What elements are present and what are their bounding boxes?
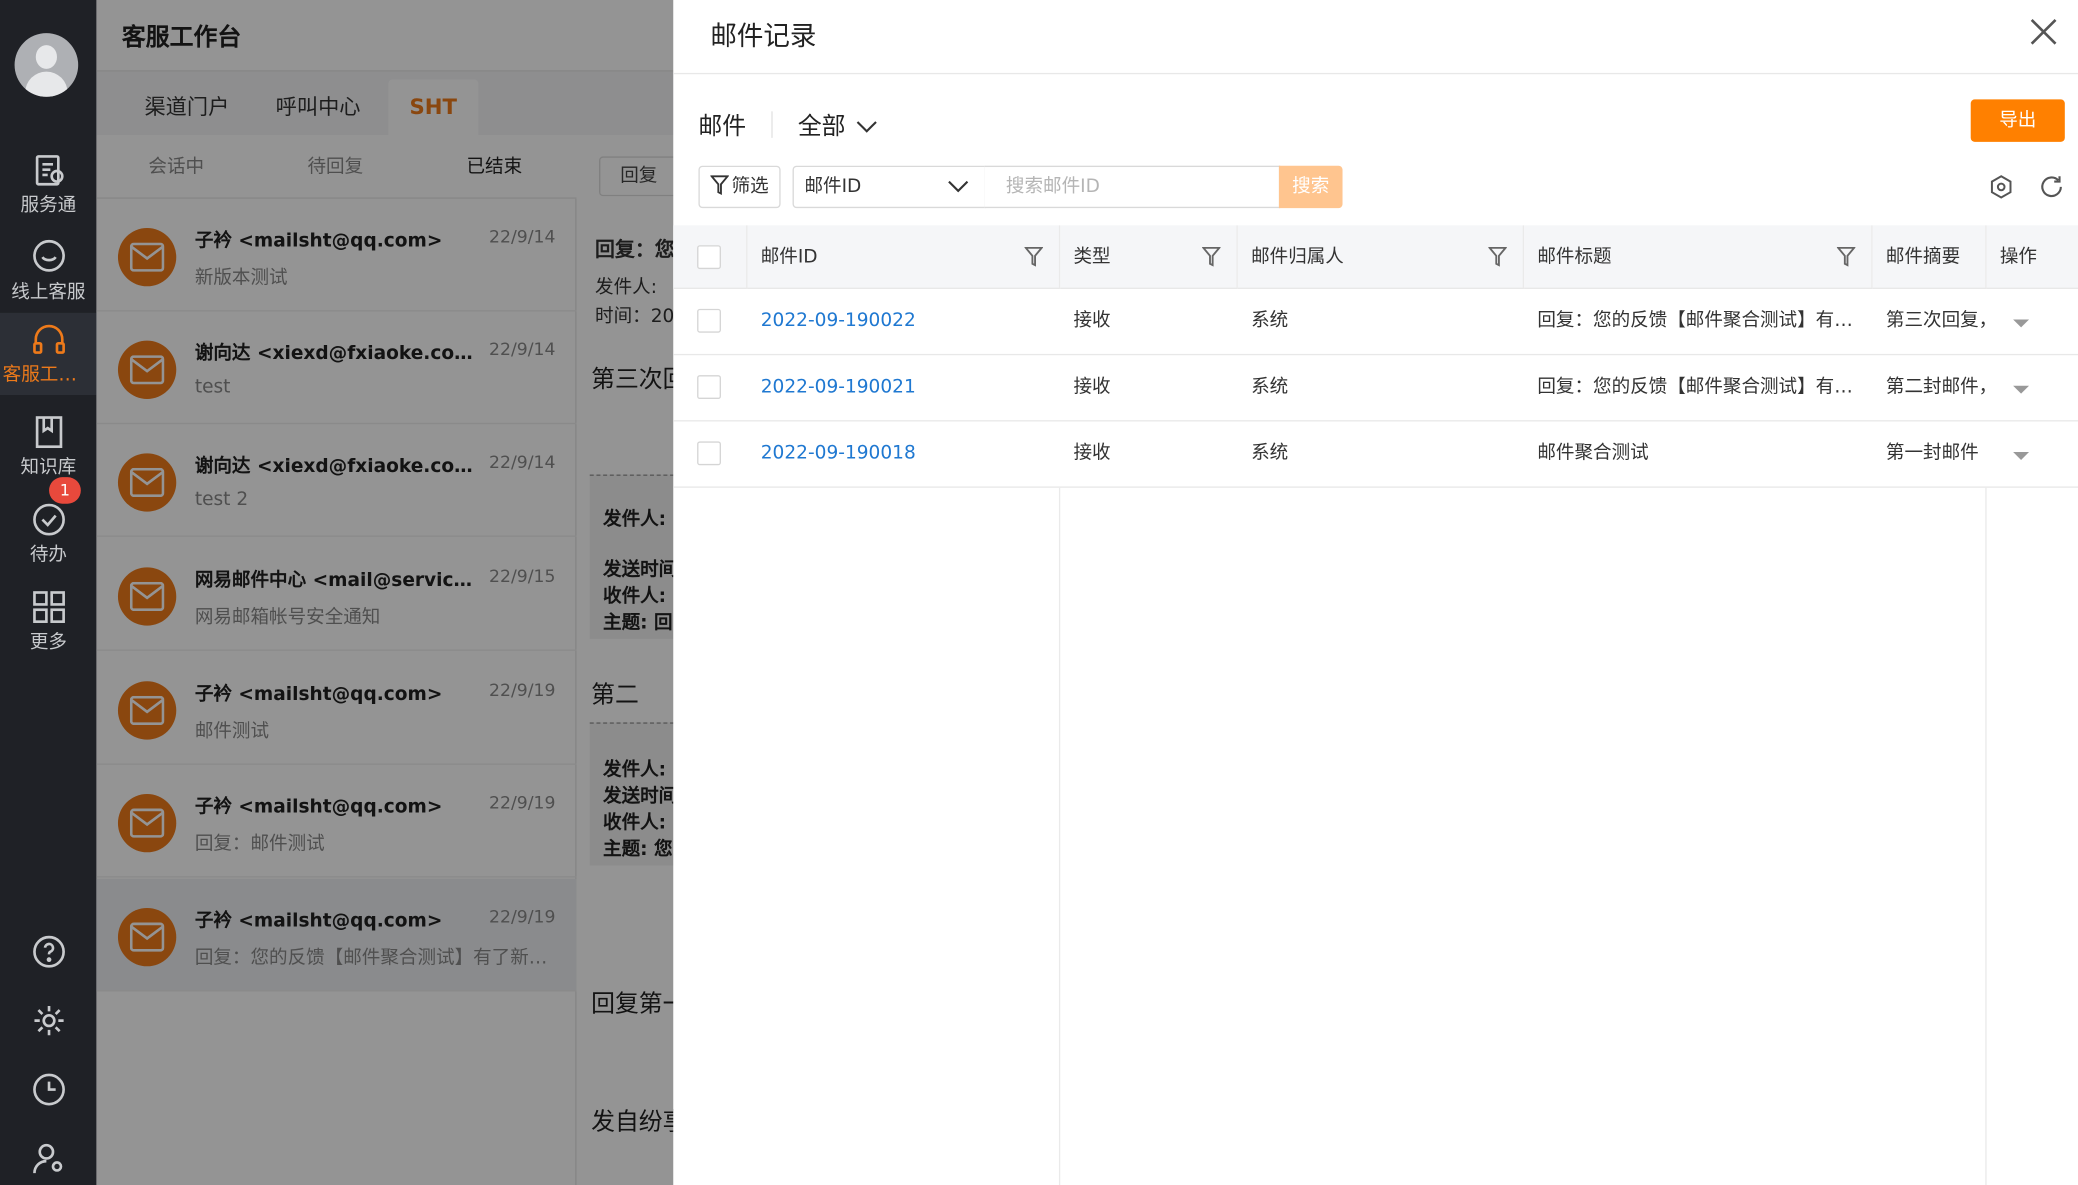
select-all-checkbox[interactable] [697, 245, 721, 270]
help-button[interactable] [0, 934, 97, 974]
column-divider [1985, 487, 1987, 1185]
rail-item-label: 服务通 [20, 194, 77, 217]
row-checkbox[interactable] [697, 375, 721, 399]
history-button[interactable] [0, 1072, 97, 1112]
column-label: 类型 [1073, 246, 1111, 268]
mail-type: 接收 [1073, 310, 1111, 332]
row-action-dropdown-icon[interactable] [2012, 318, 2031, 329]
app-frame: 服务通 线上客服 客服工作台 知识库 1 待办 更多 客服工作台 渠道门户 呼叫… [0, 0, 2078, 1185]
headset-icon [32, 324, 65, 354]
clock-icon [32, 1073, 65, 1106]
column-header[interactable]: 邮件摘要 [1872, 225, 1987, 289]
mail-subject: 邮件聚合测试 [1537, 442, 1649, 464]
column-label: 操作 [1999, 246, 2037, 268]
column-divider [1058, 487, 1061, 1185]
close-icon [2030, 18, 2057, 45]
left-rail: 服务通 线上客服 客服工作台 知识库 1 待办 更多 [0, 0, 97, 1185]
settings-button[interactable] [0, 1003, 97, 1043]
row-checkbox[interactable] [697, 441, 721, 466]
header-checkbox-cell [673, 225, 748, 289]
rail-item-more[interactable]: 更多 [0, 581, 97, 663]
search-field-value: 邮件ID [804, 176, 862, 198]
mail-id-link[interactable]: 2022-09-190018 [747, 422, 1060, 487]
check-circle-icon [32, 503, 65, 536]
column-label: 邮件标题 [1537, 246, 1612, 268]
row-action-dropdown-icon[interactable] [2012, 451, 2031, 462]
mail-owner: 系统 [1251, 376, 1289, 398]
scope-value: 全部 [797, 112, 846, 141]
rail-item-todo[interactable]: 1 待办 [0, 477, 97, 575]
column-label: 邮件ID [760, 246, 818, 268]
rail-item-knowledge[interactable]: 知识库 [0, 406, 97, 488]
column-header[interactable]: 类型 [1060, 225, 1238, 289]
rail-item-label: 待办 [29, 544, 67, 566]
mail-records-drawer: 邮件记录 邮件 全部 导出 筛选 邮件ID 搜索 邮件ID 搜索 邮件ID 类型… [673, 0, 2078, 1185]
rail-item-workbench[interactable]: 客服工作台 [0, 312, 97, 395]
mail-subject: 回复：您的反馈【邮件聚合测试】有了新的回复 [1537, 310, 1855, 332]
drawer-header: 邮件记录 [673, 0, 2078, 75]
search-field-select[interactable]: 邮件ID [792, 165, 987, 209]
filter-icon[interactable] [1488, 246, 1507, 268]
rail-item-label: 线上客服 [11, 282, 86, 304]
mail-type: 接收 [1073, 376, 1111, 398]
scope-dropdown[interactable]: 全部 [798, 107, 878, 141]
filter-icon[interactable] [1202, 246, 1221, 268]
todo-badge: 1 [49, 477, 81, 504]
mail-summary: 第二封邮件， [1885, 376, 1987, 398]
mail-owner: 系统 [1251, 442, 1289, 464]
row-action-dropdown-icon[interactable] [2012, 384, 2031, 395]
mail-subject: 回复：您的反馈【邮件聚合测试】有了新的回复 [1537, 376, 1855, 398]
clipboard-icon [35, 155, 63, 186]
column-header: 操作 [1986, 225, 2078, 289]
divider [771, 111, 773, 138]
drawer-title: 邮件记录 [710, 19, 817, 52]
section-label: 邮件 [698, 112, 747, 141]
mail-id-link[interactable]: 2022-09-190021 [747, 355, 1060, 420]
rail-item-label: 客服工作台 [2, 364, 96, 386]
row-checkbox[interactable] [697, 308, 721, 333]
chevron-down-icon [856, 121, 877, 133]
rail-item-service[interactable]: 服务通 [0, 143, 97, 225]
chat-smile-icon [32, 239, 65, 272]
column-label: 邮件摘要 [1885, 246, 1961, 268]
rail-item-online-service[interactable]: 线上客服 [0, 231, 97, 313]
grid-icon [32, 591, 65, 623]
search-button[interactable]: 搜索 [1278, 165, 1343, 209]
close-button[interactable] [2025, 13, 2062, 50]
mail-summary: 第三次回复， [1885, 310, 1987, 332]
user-settings-button[interactable] [0, 1141, 97, 1181]
funnel-icon [709, 174, 730, 195]
column-header[interactable]: 邮件归属人 [1237, 225, 1525, 289]
table-row[interactable]: 2022-09-190021 接收 系统 回复：您的反馈【邮件聚合测试】有了新的… [673, 355, 2078, 422]
user-avatar[interactable] [14, 33, 79, 97]
filter-icon[interactable] [1024, 246, 1044, 268]
filter-icon[interactable] [1836, 246, 1856, 268]
help-icon [32, 935, 65, 968]
filter-label: 筛选 [731, 176, 769, 198]
search-input[interactable] [984, 165, 1281, 209]
rail-item-label: 知识库 [20, 457, 77, 479]
gear-icon [33, 1006, 63, 1036]
mail-summary: 第一封邮件 [1885, 442, 1979, 464]
mail-id-link[interactable]: 2022-09-190022 [747, 289, 1060, 354]
column-header[interactable]: 邮件标题 [1524, 225, 1873, 289]
export-button[interactable]: 导出 [1970, 99, 2065, 142]
filter-button[interactable]: 筛选 [698, 165, 781, 209]
book-icon [35, 416, 62, 449]
table-row[interactable]: 2022-09-190018 接收 系统 邮件聚合测试 第一封邮件 [673, 422, 2078, 488]
chevron-down-icon [948, 180, 969, 193]
settings-icon[interactable] [1988, 174, 2015, 201]
column-label: 邮件归属人 [1251, 246, 1344, 268]
user-gear-icon [32, 1143, 62, 1174]
mail-type: 接收 [1073, 442, 1111, 464]
refresh-icon[interactable] [2038, 174, 2065, 201]
mail-table: 邮件ID 类型 邮件归属人 邮件标题 邮件摘要 操作 2022-09-19002… [673, 225, 2078, 1185]
table-row[interactable]: 2022-09-190022 接收 系统 回复：您的反馈【邮件聚合测试】有了新的… [673, 289, 2078, 356]
mail-owner: 系统 [1251, 310, 1289, 332]
rail-item-label: 更多 [29, 632, 67, 654]
column-header[interactable]: 邮件ID [747, 225, 1061, 289]
